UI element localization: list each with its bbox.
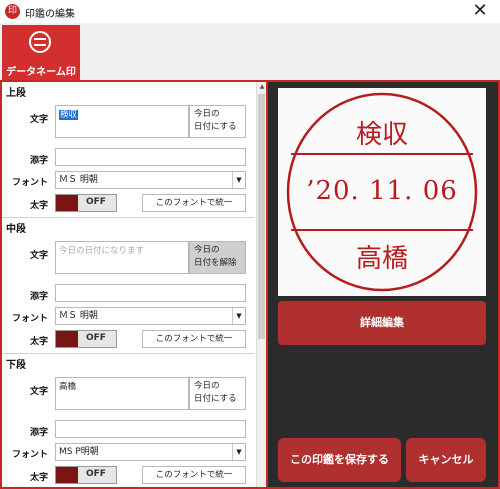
clear-today-button[interactable]: 今日の 日付を解除 (189, 241, 246, 274)
scroll-up-icon[interactable]: ▲ (257, 82, 266, 92)
detail-edit-button[interactable]: 詳細編集 (278, 301, 486, 345)
subscript-label: 添字 (29, 428, 48, 438)
tab-data-name-stamp[interactable]: データネーム印 (2, 25, 80, 80)
bold-label: 太字 (29, 473, 48, 483)
stamp-bottom-text: 高橋 (355, 244, 408, 274)
bold-label: 太字 (29, 337, 48, 347)
text-label: 文字 (29, 115, 48, 125)
set-today-button[interactable]: 今日の 日付にする (189, 105, 246, 138)
stamp-icon (29, 31, 51, 53)
top-bold-toggle[interactable]: OFF (55, 194, 117, 212)
text-label: 文字 (29, 251, 48, 261)
scrollbar[interactable]: ▲ (256, 82, 266, 487)
top-font-select[interactable]: ＭＳ 明朝 ▼ (55, 171, 246, 189)
bottom-subscript-input[interactable] (55, 420, 246, 438)
subscript-label: 添字 (29, 156, 48, 166)
bottom-text-input[interactable]: 高橋 (55, 377, 189, 410)
stamp-date-text: ’20. 11. 06 (306, 176, 458, 206)
section-bottom: 下段 文字 高橋 今日の 日付にする 添字 フォント MS P明朝 ▼ 太字 O… (2, 354, 254, 487)
toolbar: データネーム印 (0, 23, 500, 80)
chevron-down-icon: ▼ (232, 444, 245, 460)
save-stamp-button[interactable]: この印鑑を保存する (278, 438, 401, 482)
unify-font-button[interactable]: このフォントで統一 (142, 330, 246, 348)
set-today-button[interactable]: 今日の 日付にする (189, 377, 246, 410)
stamp-preview: 検収 ’20. 11. 06 高橋 (278, 88, 486, 296)
section-title: 中段 (6, 224, 26, 235)
preview-panel: 検収 ’20. 11. 06 高橋 詳細編集 この印鑑を保存する キャンセル (268, 82, 498, 487)
middle-text-input[interactable]: 今日の日付になります (55, 241, 189, 274)
middle-font-select[interactable]: ＭＳ 明朝 ▼ (55, 307, 246, 325)
section-title: 下段 (6, 360, 26, 371)
chevron-down-icon: ▼ (232, 172, 245, 188)
section-title: 上段 (6, 88, 26, 99)
tab-label: データネーム印 (6, 67, 76, 78)
title-bar: 印 印鑑の編集 ✕ (0, 0, 500, 23)
bold-label: 太字 (29, 201, 48, 211)
unify-font-button[interactable]: このフォントで統一 (142, 194, 246, 212)
top-text-input[interactable]: 検収 (55, 105, 189, 138)
font-label: フォント (11, 314, 48, 324)
middle-subscript-input[interactable] (55, 284, 246, 302)
close-button[interactable]: ✕ (460, 0, 500, 23)
cancel-button[interactable]: キャンセル (406, 438, 486, 482)
subscript-label: 添字 (29, 292, 48, 302)
settings-panel: 上段 文字 検収 今日の 日付にする 添字 フォント ＭＳ 明朝 ▼ 太字 OF… (2, 82, 266, 487)
bottom-font-select[interactable]: MS P明朝 ▼ (55, 443, 246, 461)
stamp-top-text: 検収 (355, 120, 408, 150)
main-area: 上段 文字 検収 今日の 日付にする 添字 フォント ＭＳ 明朝 ▼ 太字 OF… (0, 80, 500, 489)
top-subscript-input[interactable] (55, 148, 246, 166)
unify-font-button[interactable]: このフォントで統一 (142, 466, 246, 484)
middle-bold-toggle[interactable]: OFF (55, 330, 117, 348)
scroll-thumb[interactable] (258, 94, 265, 339)
window-title: 印鑑の編集 (25, 9, 75, 20)
section-middle: 中段 文字 今日の日付になります 今日の 日付を解除 添字 フォント ＭＳ 明朝… (2, 218, 254, 354)
section-top: 上段 文字 検収 今日の 日付にする 添字 フォント ＭＳ 明朝 ▼ 太字 OF… (2, 82, 254, 218)
bottom-bold-toggle[interactable]: OFF (55, 466, 117, 484)
chevron-down-icon: ▼ (232, 308, 245, 324)
stamp-app-icon: 印 (5, 4, 20, 19)
font-label: フォント (11, 178, 48, 188)
text-label: 文字 (29, 387, 48, 397)
font-label: フォント (11, 450, 48, 460)
